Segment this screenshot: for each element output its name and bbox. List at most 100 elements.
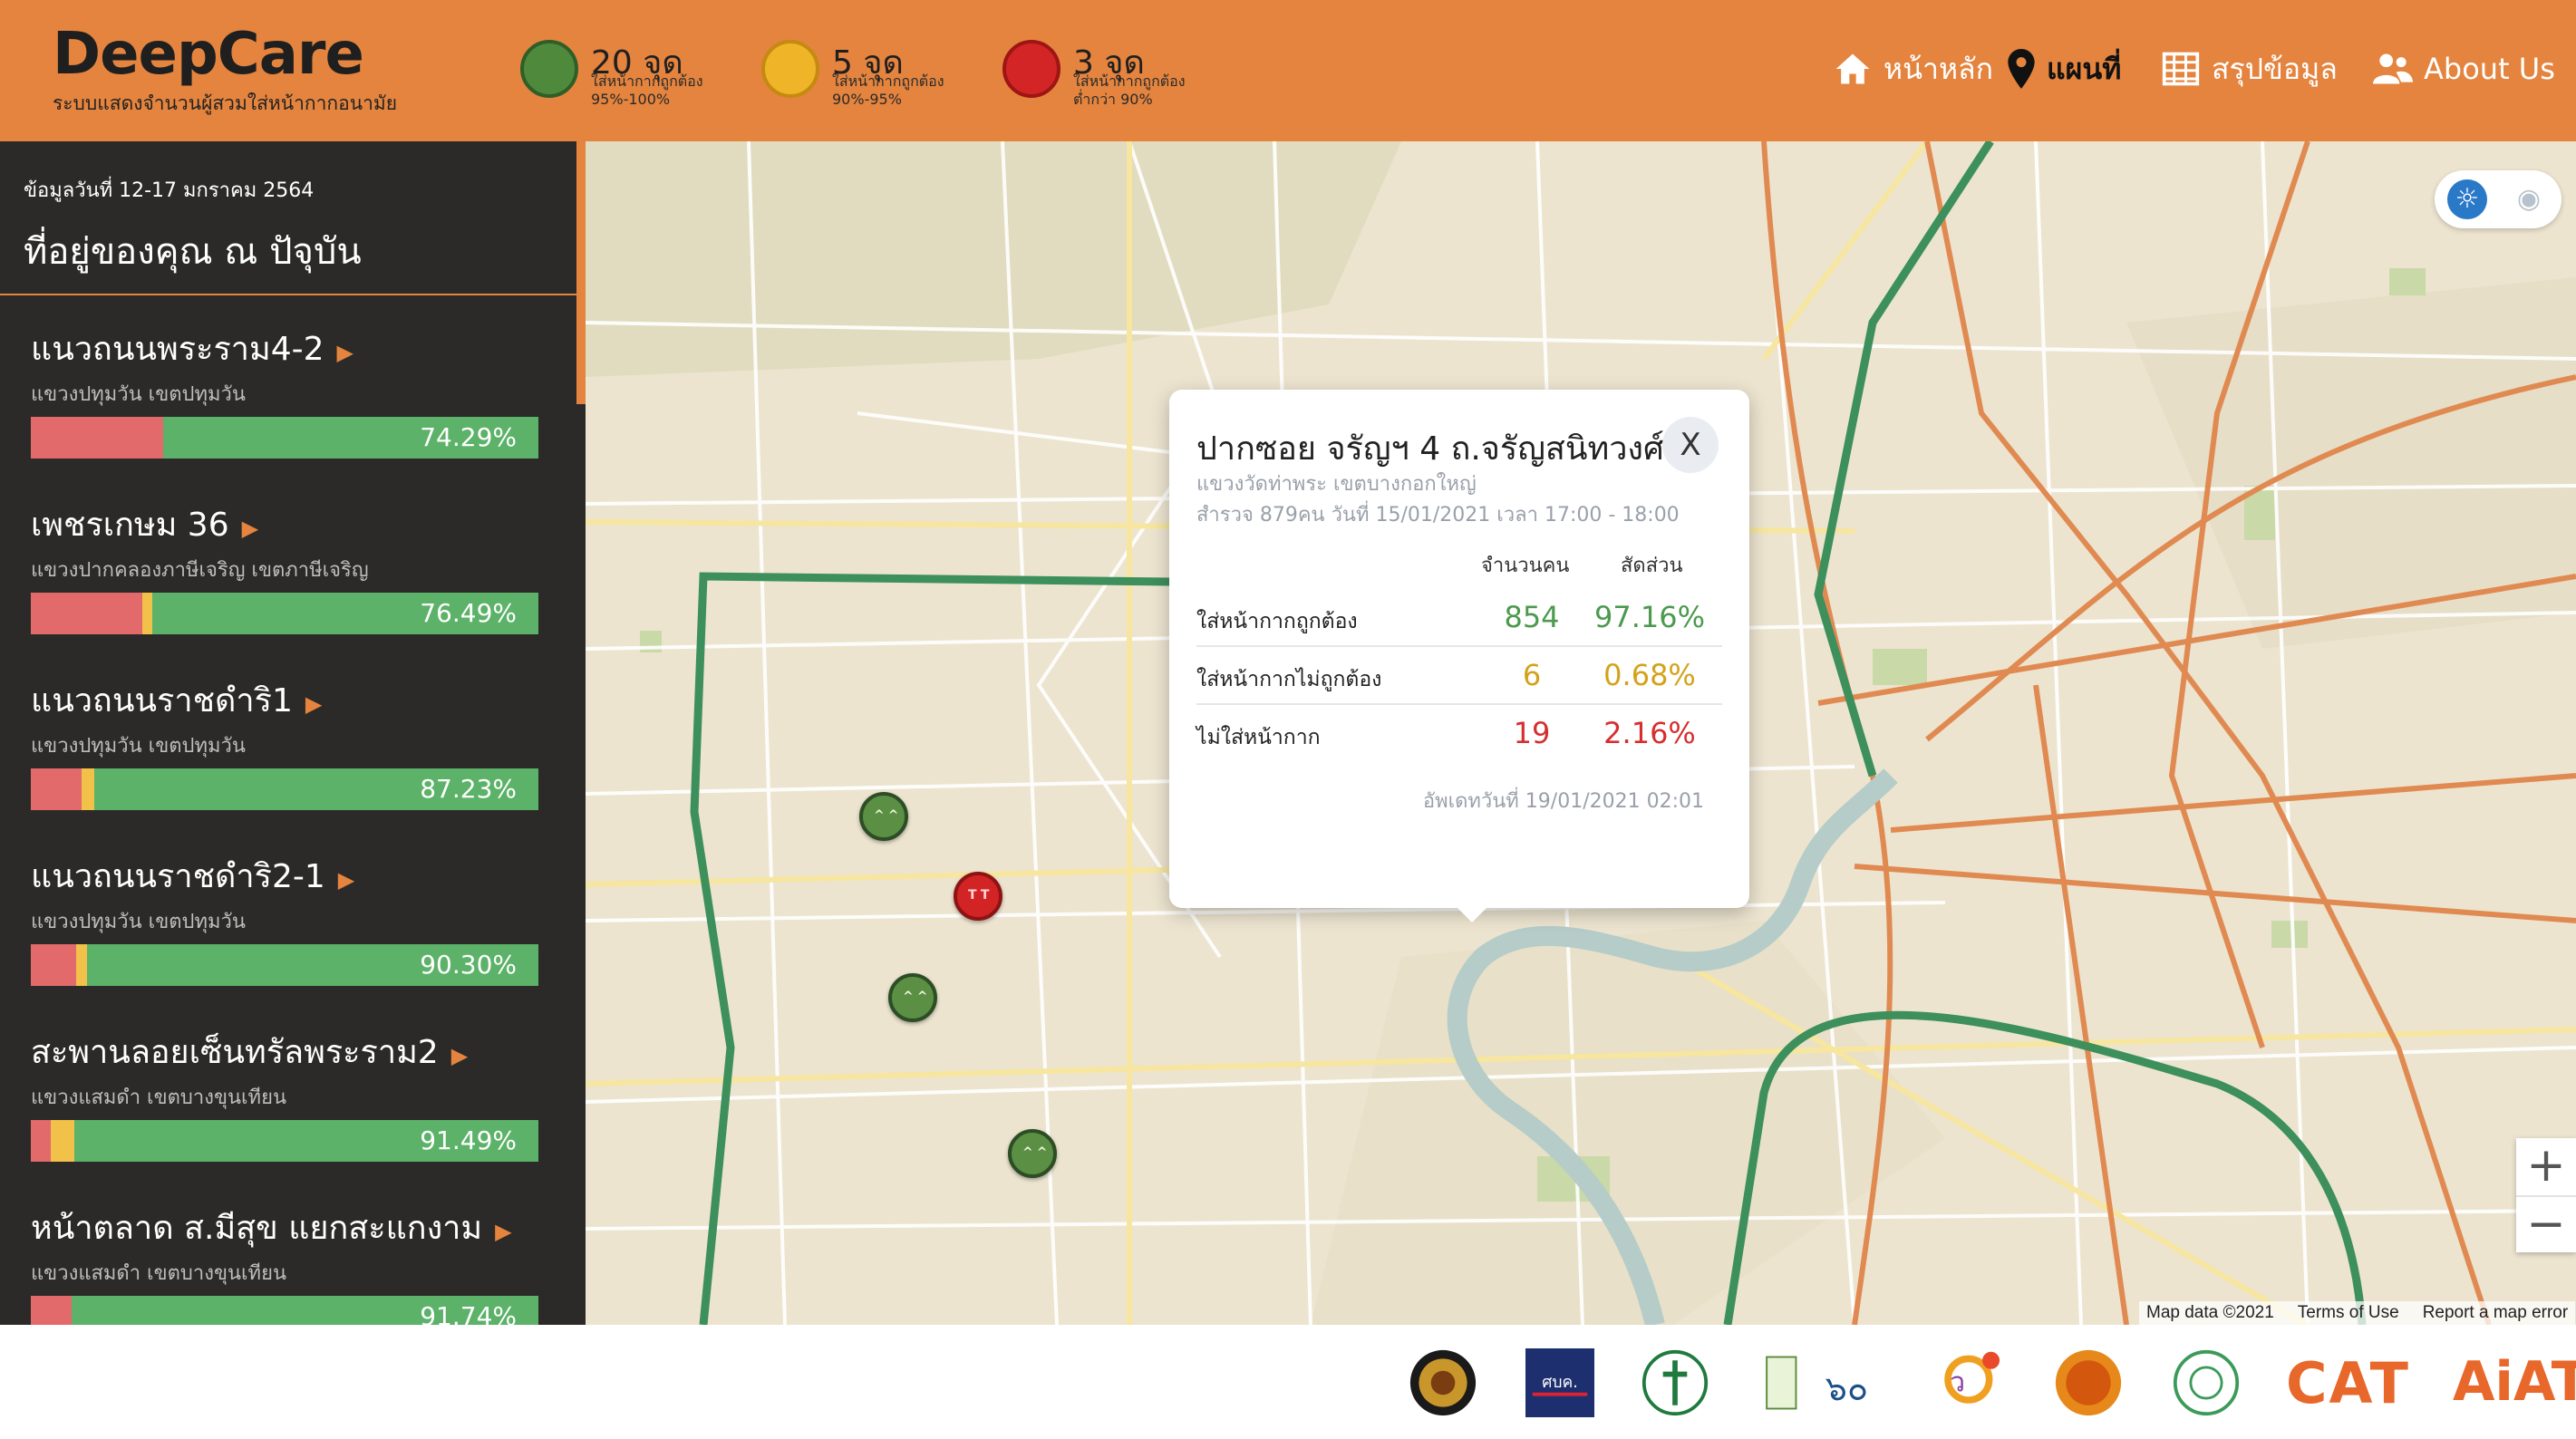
mask-ratio-bar: 87.23% xyxy=(31,768,538,810)
location-name: แนวถนนราชดำริ1 ▶ xyxy=(31,682,323,720)
yellow-neutral-face-icon xyxy=(761,40,819,98)
nav-map[interactable]: แผนที่ xyxy=(2007,40,2121,98)
report-error-link[interactable]: Report a map error xyxy=(2423,1303,2569,1323)
location-name: หน้าตลาด ส.มีสุข แยกสะแกงาม ▶ xyxy=(31,1210,512,1247)
bar-red-segment xyxy=(31,593,143,634)
caret-right-icon: ▶ xyxy=(495,1219,512,1244)
bar-red-segment xyxy=(31,1120,52,1162)
table-icon xyxy=(2162,52,2200,86)
row-ratio: 2.16% xyxy=(1603,716,1696,750)
brand-subtitle: ระบบแสดงจำนวนผู้สวมใส่หน้ากากอนามัย xyxy=(53,92,398,114)
legend-red-desc: ใส่หน้ากากถูกต้อง ต่ำกว่า 90% xyxy=(1073,72,1186,108)
popup-close-button[interactable]: X xyxy=(1662,417,1719,473)
zoom-in-button[interactable]: + xyxy=(2516,1138,2576,1195)
sidebar-scrollbar[interactable] xyxy=(576,141,586,404)
location-percent: 74.29% xyxy=(420,422,517,452)
cat-logo: CAT xyxy=(2286,1350,2410,1416)
popup-col-count: จำนวนคน xyxy=(1481,555,1570,577)
red-sad-face-icon xyxy=(1002,40,1060,98)
marker-face-glyph: TT xyxy=(968,888,993,903)
zoom-control: + − xyxy=(2516,1138,2576,1252)
legend-green-desc: ใส่หน้ากากถูกต้อง 95%-100% xyxy=(591,72,703,108)
terms-link[interactable]: Terms of Use xyxy=(2298,1303,2399,1323)
marker-face-glyph: ^^ xyxy=(874,808,903,823)
location-item[interactable]: แนวถนนพระราม4-2 ▶ แขวงปทุมวัน เขตปทุมวัน 74… xyxy=(31,323,538,495)
mask-ratio-bar: 76.49% xyxy=(31,593,538,634)
bar-yellow-segment xyxy=(142,593,153,634)
location-item[interactable]: หน้าตลาด ส.มีสุข แยกสะแกงาม ▶ แขวงแสมดำ เข… xyxy=(31,1202,538,1325)
marker-face-glyph: ^^ xyxy=(903,990,932,1004)
location-name: แนวถนนราชดำริ2-1 ▶ xyxy=(31,858,355,895)
top-header: DeepCare ระบบแสดงจำนวนผู้สวมใส่หน้ากากอน… xyxy=(0,0,2576,141)
5g-logo: ๖๐ xyxy=(1766,1356,1868,1410)
bma-logo xyxy=(2173,1349,2240,1416)
nav-about-label: About Us xyxy=(2424,52,2555,86)
green-smile-face-icon xyxy=(520,40,578,98)
legend-yellow-desc: ใส่หน้ากากถูกต้อง 90%-95% xyxy=(832,72,944,108)
popup-survey-info: สำรวจ 879คน วันที่ 15/01/2021 เวลา 17:00… xyxy=(1196,504,1680,526)
eye-icon[interactable]: ◉ xyxy=(2511,181,2547,217)
location-percent: 91.74% xyxy=(420,1301,517,1325)
svg-text:๖๐: ๖๐ xyxy=(1825,1368,1868,1408)
popup-row-nomask: ไม่ใส่หน้ากาก 19 2.16% xyxy=(1196,705,1722,763)
home-icon xyxy=(1835,53,1870,84)
sidebar-header: ข้อมูลวันที่ 12-17 มกราคม 2564 ที่อยู่ขอ… xyxy=(0,141,586,295)
green-face-marker[interactable]: ^^ xyxy=(888,973,937,1022)
popup-col-ratio: สัดส่วน xyxy=(1621,555,1683,577)
caret-right-icon: ▶ xyxy=(337,867,355,893)
nav-home-label: หน้าหลัก xyxy=(1884,51,1994,86)
location-name: สะพานลอยเซ็นทรัลพระราม2 ▶ xyxy=(31,1034,469,1071)
marker-face-glyph: ^^ xyxy=(1022,1145,1051,1160)
location-item[interactable]: แนวถนนราชดำริ2-1 ▶ แขวงปทุมวัน เขตปทุมวัน 9… xyxy=(31,850,538,1022)
green-face-marker[interactable]: ^^ xyxy=(859,792,908,841)
anniversary-logo: ว xyxy=(1944,1351,2000,1404)
map-data-credit: Map data ©2021 xyxy=(2146,1303,2274,1322)
bar-red-segment xyxy=(31,944,77,986)
location-item[interactable]: แนวถนนราชดำริ1 ▶ แขวงปทุมวัน เขตปทุมวัน 87.… xyxy=(31,674,538,846)
location-item[interactable]: สะพานลอยเซ็นทรัลพระราม2 ▶ แขวงแสมดำ เขตบาง… xyxy=(31,1026,538,1198)
bar-red-segment xyxy=(31,1296,72,1325)
nav-map-label: แผนที่ xyxy=(2047,51,2122,86)
caret-right-icon: ▶ xyxy=(305,691,323,717)
nav-about[interactable]: About Us xyxy=(2373,40,2555,98)
sidebar-date: ข้อมูลวันที่ 12-17 มกราคม 2564 xyxy=(24,179,315,202)
green-face-marker[interactable]: ^^ xyxy=(1008,1129,1057,1178)
police-seal-logo xyxy=(1409,1349,1477,1416)
location-district: แขวงปทุมวัน เขตปทุมวัน xyxy=(31,911,246,933)
caret-right-icon: ▶ xyxy=(241,516,259,541)
nav-home[interactable]: หน้าหลัก xyxy=(1833,40,1993,98)
row-count: 19 xyxy=(1513,716,1551,750)
nav-summary-label: สรุปข้อมูล xyxy=(2212,51,2338,86)
location-popup: ปากซอย จรัญฯ 4 ถ.จรัญสนิทวงศ์ X แขวงวัดท… xyxy=(1169,390,1749,922)
location-district: แขวงแสมดำ เขตบางขุนเทียน xyxy=(31,1262,286,1285)
brand-title: DeepCare xyxy=(53,21,364,88)
row-ratio: 97.16% xyxy=(1593,600,1705,634)
location-percent: 87.23% xyxy=(420,774,517,804)
location-district: แขวงปทุมวัน เขตปทุมวัน xyxy=(31,735,246,758)
red-face-marker[interactable]: TT xyxy=(954,872,1002,921)
zoom-out-button[interactable]: − xyxy=(2516,1195,2576,1252)
location-percent: 76.49% xyxy=(420,598,517,628)
bar-yellow-segment xyxy=(51,1120,74,1162)
svg-text:ว: ว xyxy=(1950,1367,1965,1399)
row-count: 6 xyxy=(1522,658,1542,692)
nav-summary[interactable]: สรุปข้อมูล xyxy=(2161,40,2338,98)
map-style-toggle[interactable]: ☼ ◉ xyxy=(2435,170,2561,228)
brand[interactable]: DeepCare ระบบแสดงจำนวนผู้สวมใส่หน้ากากอน… xyxy=(53,20,397,119)
mask-ratio-bar: 90.30% xyxy=(31,944,538,986)
location-item[interactable]: เพชรเกษม 36 ▶ แขวงปากคลองภาษีเจริญ เขตภาษี… xyxy=(31,498,538,671)
location-sidebar[interactable]: ข้อมูลวันที่ 12-17 มกราคม 2564 ที่อยู่ขอ… xyxy=(0,141,586,1325)
university-seal-logo xyxy=(2055,1349,2122,1416)
mask-ratio-bar: 91.74% xyxy=(31,1296,538,1325)
popup-updated: อัพเดทวันที่ 19/01/2021 02:01 xyxy=(1422,790,1704,813)
location-percent: 91.49% xyxy=(420,1125,517,1155)
popup-district: แขวงวัดท่าพระ เขตบางกอกใหญ่ xyxy=(1196,473,1477,496)
sun-icon[interactable]: ☼ xyxy=(2447,179,2487,219)
covid-center-logo: ศบค. xyxy=(1525,1348,1594,1417)
location-district: แขวงแสมดำ เขตบางขุนเทียน xyxy=(31,1086,286,1109)
bar-red-segment xyxy=(31,768,82,810)
location-name: เพชรเกษม 36 ▶ xyxy=(31,507,259,544)
users-icon xyxy=(2373,53,2413,84)
popup-row-correct: ใส่หน้ากากถูกต้อง 854 97.16% xyxy=(1196,589,1722,647)
row-label: ใส่หน้ากากถูกต้อง xyxy=(1196,610,1358,633)
